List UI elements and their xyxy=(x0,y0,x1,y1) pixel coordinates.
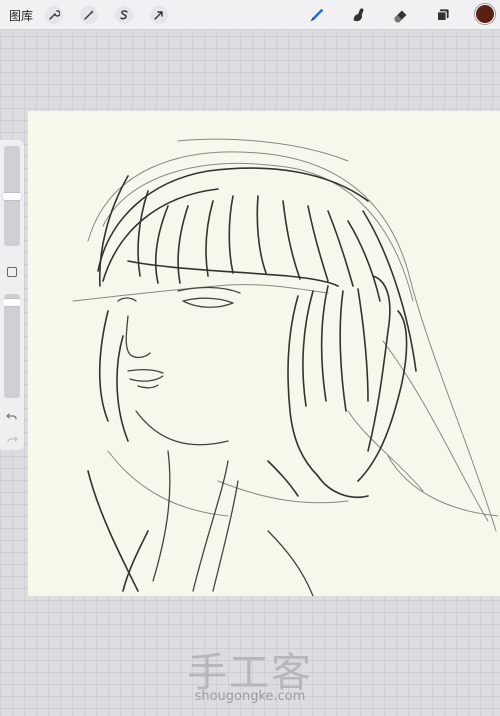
sketch-drawing xyxy=(72,138,499,596)
eraser-icon[interactable] xyxy=(391,5,411,25)
wrench-icon[interactable] xyxy=(45,6,63,24)
watermark-url: shougongke.com xyxy=(194,689,306,704)
brush-size-slider[interactable] xyxy=(3,146,21,246)
undo-icon[interactable] xyxy=(6,407,18,420)
top-toolbar: 图库 xyxy=(0,0,500,30)
modify-button[interactable] xyxy=(7,267,17,277)
brush-icon[interactable] xyxy=(307,5,327,25)
transform-arrow-icon[interactable] xyxy=(150,6,168,24)
opacity-slider[interactable] xyxy=(3,294,21,398)
side-panel xyxy=(0,140,24,450)
magic-wand-icon[interactable] xyxy=(80,6,98,24)
color-picker-button[interactable] xyxy=(475,4,495,24)
smudge-icon[interactable] xyxy=(349,5,369,25)
layers-icon[interactable] xyxy=(433,5,453,25)
redo-icon[interactable] xyxy=(6,430,18,443)
selection-icon[interactable] xyxy=(115,6,133,24)
drawing-canvas[interactable] xyxy=(28,111,500,596)
opacity-knob[interactable] xyxy=(3,298,21,306)
brush-size-knob[interactable] xyxy=(3,192,21,200)
gallery-button[interactable]: 图库 xyxy=(9,7,33,24)
